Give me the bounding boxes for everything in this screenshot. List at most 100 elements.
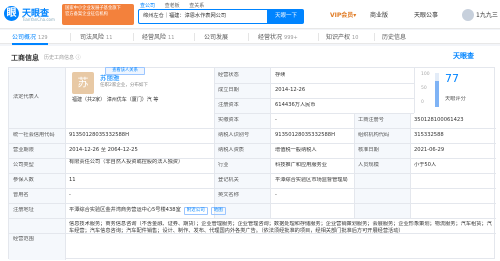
- tab-business-risk[interactable]: 经营风险 11: [142, 32, 174, 41]
- col-divider: [214, 68, 215, 218]
- brand-watermark: 天眼查: [453, 52, 474, 60]
- search-button[interactable]: 天眼一下: [268, 9, 304, 24]
- business-info-panel: 工商信息 历史工商信息 ⓘ 天眼查 法定代表人 苏 苏丽雅 查看该人关系 任职2…: [0, 46, 500, 261]
- english-name-value: -: [275, 192, 277, 198]
- tab-development[interactable]: 公司发展: [204, 32, 230, 41]
- col-divider: [65, 68, 66, 260]
- capital-label: 注册资本: [218, 102, 239, 108]
- reg-no-value: 350128100061423: [414, 117, 464, 123]
- status-value: 存续: [275, 72, 286, 78]
- nav-tabs: 公司概况 129 司法风险 11 经营风险 11 公司发展 经营状况 999+ 知识产权…: [0, 30, 500, 45]
- paid-capital-value: -: [275, 117, 277, 123]
- tab-label: 历史信息: [382, 34, 407, 41]
- tax-id-value: 91350128035332588H: [275, 132, 336, 138]
- top-header: 眼 天眼查 TianYanCha.com 国家中小企业发展子基金旗下 官方备案企…: [0, 0, 500, 29]
- industry-value: 科技推广和应用服务业: [275, 162, 327, 168]
- nearby-companies-button[interactable]: 附近公司: [183, 207, 208, 215]
- english-name-label: 英文名称: [218, 192, 239, 199]
- legal-rep-companies[interactable]: 福建（共2家） 漳州优车（厦门）汽 等: [72, 96, 158, 103]
- tab-divider: [133, 33, 134, 41]
- score-value: 77: [445, 73, 459, 85]
- tab-count: 999+: [284, 35, 298, 41]
- info-table: 法定代表人 苏 苏丽雅 查看该人关系 任职2家企业，分布如下 福建（共2家） 漳…: [8, 67, 496, 260]
- business-link[interactable]: 商业版: [370, 10, 388, 19]
- former-name-value: -: [69, 192, 71, 198]
- tab-label: 经营风险: [142, 34, 167, 41]
- promo-banner[interactable]: 国家中小企业发展子基金旗下 官方备案企业征信机构: [62, 4, 134, 25]
- history-info-link[interactable]: 历史工商信息 ⓘ: [44, 54, 81, 61]
- vip-arrow-icon: ▾: [353, 12, 357, 19]
- score-axis-bot: 0: [421, 100, 424, 105]
- row-divider: [214, 98, 414, 99]
- service-link[interactable]: 天眼公事: [414, 10, 438, 19]
- map-button[interactable]: 地图: [210, 207, 226, 215]
- authority-label: 登记机关: [218, 177, 239, 184]
- legal-rep-avatar[interactable]: 苏: [72, 72, 94, 94]
- logo[interactable]: 眼 天眼查 TianYanCha.com: [4, 4, 60, 24]
- tab-history[interactable]: 历史信息: [382, 32, 408, 41]
- tab-count: 129: [38, 35, 48, 41]
- row-divider: [214, 83, 414, 84]
- tax-id-label: 纳税人识别号: [218, 132, 250, 139]
- credit-code-label: 统一社会信用代码: [13, 132, 55, 139]
- status-label: 经营状态: [218, 72, 239, 78]
- row-divider: [9, 203, 496, 204]
- logo-url: TianYanCha.com: [22, 17, 55, 22]
- insured-value: 11: [69, 177, 76, 183]
- scope-text-1: 信息技术服务；商务信息咨询（不含金融、证券、期货）；企业管理服务；企业管理咨询；…: [69, 221, 456, 227]
- row-divider: [9, 173, 496, 174]
- tab-label: 司法风险: [80, 34, 105, 41]
- taxpayer-value: 增值税一般纳税人: [275, 147, 317, 153]
- scope-value: 信息技术服务；商务信息咨询（不含金融、证券、期货）；企业管理服务；企业管理咨询；…: [69, 221, 493, 259]
- score-label: 天眼评分: [445, 96, 466, 102]
- address-label: 注册地址: [13, 207, 34, 214]
- score-axis-top: 100: [421, 72, 430, 77]
- paid-capital-label: 实缴资本: [218, 117, 239, 123]
- row-divider: [9, 188, 496, 189]
- user-avatar[interactable]: [462, 9, 474, 21]
- org-code-value: 315332588: [414, 132, 444, 138]
- section-title: 工商信息: [11, 54, 39, 62]
- capital-value: 614436万人民币: [275, 102, 316, 108]
- tab-label: 经营状况: [258, 34, 283, 41]
- found-date-label: 成立日期: [218, 87, 239, 93]
- industry-label: 行业: [218, 162, 229, 169]
- tab-overview[interactable]: 公司概况 129: [12, 32, 48, 45]
- tab-divider: [374, 33, 375, 41]
- term-label: 营业期限: [13, 147, 34, 154]
- tab-divider: [70, 33, 71, 41]
- scope-label: 经营范围: [13, 236, 34, 243]
- org-code-label: 组织机构代码: [358, 132, 390, 139]
- row-divider: [9, 218, 496, 219]
- user-name[interactable]: 1九九三: [476, 10, 498, 19]
- tab-judicial-risk[interactable]: 司法风险 11: [80, 32, 112, 41]
- reg-no-label: 工商注册号: [358, 117, 384, 123]
- score-fill: [435, 80, 439, 107]
- company-type-label: 公司类型: [13, 162, 34, 169]
- vip-label: VIP会员: [330, 12, 354, 19]
- address-text: 平潭综合实验区金井湾商务营运中心5号楼438室: [69, 207, 181, 213]
- staff-size-label: 人员规模: [358, 162, 379, 169]
- legal-rep-relation-button[interactable]: 查看该人关系: [105, 67, 145, 75]
- authority-value: 平潭综合实验区市场监督管理局: [275, 177, 348, 183]
- tab-ip[interactable]: 知识产权 10: [326, 32, 358, 41]
- vip-link[interactable]: VIP会员▾: [330, 10, 356, 19]
- search-input[interactable]: 绵州左仓｜福建：漳恩水作表网公司: [138, 9, 268, 24]
- company-type-value: 有限责任公司（非自然人投资或控股的法人独资）: [69, 159, 184, 165]
- taxpayer-label: 纳税人资质: [218, 147, 244, 154]
- tab-label: 知识产权: [326, 34, 351, 41]
- tianyan-score[interactable]: 100 50 0 77 天眼评分: [421, 71, 496, 117]
- row-divider: [9, 143, 496, 144]
- found-date-value: 2014-12-26: [275, 87, 306, 93]
- score-axis-mid: 50: [421, 86, 427, 91]
- tab-count: 11: [106, 35, 113, 41]
- tab-operations[interactable]: 经营状况 999+: [258, 32, 298, 41]
- tab-count: 10: [352, 35, 359, 41]
- former-name-label: 曾用名: [13, 192, 29, 199]
- col-divider: [414, 68, 415, 113]
- tab-divider: [248, 33, 249, 41]
- logo-icon: 眼: [4, 6, 19, 21]
- row-divider: [214, 113, 414, 114]
- tab-count: 11: [168, 35, 175, 41]
- search-tabs: 查公司 查老板 查关系: [140, 2, 212, 9]
